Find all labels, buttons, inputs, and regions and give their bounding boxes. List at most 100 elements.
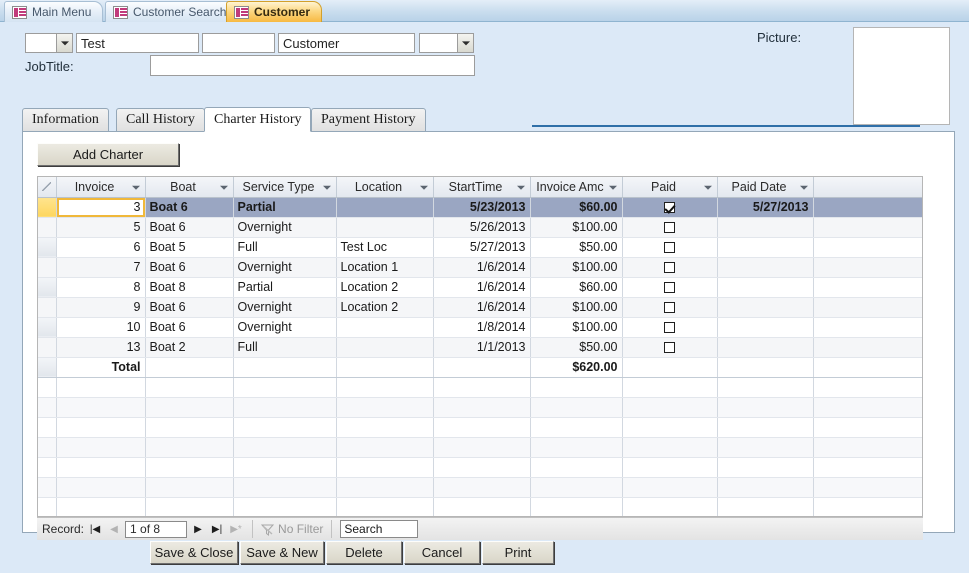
cell-location[interactable]: Location 2 <box>336 277 434 298</box>
cell-invoice[interactable]: 7 <box>56 257 146 278</box>
row-selector[interactable] <box>38 356 57 378</box>
chevron-down-icon[interactable] <box>56 34 72 52</box>
cell-invoice-amount[interactable]: $100.00 <box>530 297 623 318</box>
cell-invoice-amount[interactable]: $60.00 <box>530 197 623 218</box>
row-selector[interactable] <box>38 217 57 238</box>
cell-paid-date[interactable]: 5/27/2013 <box>717 197 814 218</box>
cell-location[interactable]: Location 1 <box>336 257 434 278</box>
paid-checkbox[interactable] <box>664 282 675 294</box>
table-row[interactable]: 8 Boat 8 Partial Location 2 1/6/2014 $60.00 <box>38 277 922 298</box>
cell-invoice[interactable]: 13 <box>56 337 146 358</box>
chevron-down-icon[interactable] <box>219 185 228 190</box>
paid-checkbox[interactable] <box>664 222 675 234</box>
row-selector[interactable] <box>38 317 57 338</box>
column-header-starttime[interactable]: StartTime <box>433 177 531 198</box>
new-record-icon[interactable]: ▶* <box>228 521 244 537</box>
cell-paid[interactable] <box>622 197 718 218</box>
cell-boat[interactable]: Boat 6 <box>145 197 234 218</box>
tab-charter-history[interactable]: Charter History <box>204 107 312 132</box>
cell-boat[interactable]: Boat 2 <box>145 337 234 358</box>
row-selector[interactable] <box>38 457 57 478</box>
chevron-down-icon[interactable] <box>457 34 473 52</box>
salutation-combo[interactable] <box>25 33 73 53</box>
paid-checkbox[interactable] <box>664 242 675 254</box>
cell-service-type[interactable]: Partial <box>233 277 337 298</box>
row-selector[interactable] <box>38 497 57 516</box>
select-all-corner[interactable] <box>38 177 57 198</box>
column-header-paid-date[interactable]: Paid Date <box>717 177 814 198</box>
column-header-paid[interactable]: Paid <box>622 177 718 198</box>
cell-invoice-amount[interactable]: $100.00 <box>530 317 623 338</box>
cell-location[interactable]: Test Loc <box>336 237 434 258</box>
row-selector[interactable] <box>38 377 57 398</box>
row-selector[interactable] <box>38 437 57 458</box>
cell-starttime[interactable]: 5/27/2013 <box>433 237 531 258</box>
cell-paid[interactable] <box>622 257 718 278</box>
delete-button[interactable]: Delete <box>326 541 402 564</box>
table-row[interactable]: 13 Boat 2 Full 1/1/2013 $50.00 <box>38 337 922 358</box>
cell-starttime[interactable]: 5/26/2013 <box>433 217 531 238</box>
last-record-icon[interactable]: ▶| <box>209 521 225 537</box>
record-position-input[interactable]: 1 of 8 <box>125 520 188 538</box>
paid-checkbox[interactable] <box>664 202 675 214</box>
cell-service-type[interactable]: Full <box>233 237 337 258</box>
column-header-invoice-amount[interactable]: Invoice Amc <box>530 177 623 198</box>
cell-invoice-amount[interactable]: $100.00 <box>530 217 623 238</box>
cell-invoice-amount[interactable]: $60.00 <box>530 277 623 298</box>
last-name-field[interactable]: Customer <box>278 33 415 53</box>
save-and-close-button[interactable]: Save & Close <box>150 541 238 564</box>
cell-paid[interactable] <box>622 237 718 258</box>
cell-invoice[interactable]: 5 <box>56 217 146 238</box>
paid-checkbox[interactable] <box>664 322 675 334</box>
cell-paid-date[interactable] <box>717 237 814 258</box>
table-row[interactable]: 9 Boat 6 Overnight Location 2 1/6/2014 $100.0… <box>38 297 922 318</box>
cell-boat[interactable]: Boat 6 <box>145 317 234 338</box>
table-row[interactable]: 5 Boat 6 Overnight 5/26/2013 $100.00 <box>38 217 922 238</box>
cell-paid-date[interactable] <box>717 317 814 338</box>
cell-paid-date[interactable] <box>717 297 814 318</box>
middle-name-field[interactable] <box>202 33 275 53</box>
column-header-location[interactable]: Location <box>336 177 434 198</box>
cell-invoice[interactable]: 3 <box>56 197 146 218</box>
cell-paid[interactable] <box>622 217 718 238</box>
cell-service-type[interactable]: Overnight <box>233 217 337 238</box>
previous-record-icon[interactable]: ◀ <box>106 521 122 537</box>
row-selector[interactable] <box>38 297 57 318</box>
cell-paid-date[interactable] <box>717 257 814 278</box>
cell-invoice[interactable]: 8 <box>56 277 146 298</box>
tab-information[interactable]: Information <box>22 108 109 132</box>
first-name-field[interactable]: Test <box>76 33 199 53</box>
cell-location[interactable] <box>336 317 434 338</box>
chevron-down-icon[interactable] <box>703 185 712 190</box>
cell-service-type[interactable]: Overnight <box>233 297 337 318</box>
suffix-combo[interactable] <box>419 33 474 53</box>
row-selector[interactable] <box>38 237 57 258</box>
row-selector[interactable] <box>38 417 57 438</box>
cell-paid-date[interactable] <box>717 277 814 298</box>
chevron-down-icon[interactable] <box>608 185 617 190</box>
chevron-down-icon[interactable] <box>419 185 428 190</box>
column-header-boat[interactable]: Boat <box>145 177 234 198</box>
cell-starttime[interactable]: 1/6/2014 <box>433 257 531 278</box>
column-header-service-type[interactable]: Service Type <box>233 177 337 198</box>
cell-service-type[interactable]: Overnight <box>233 317 337 338</box>
row-selector[interactable] <box>38 257 57 278</box>
cell-service-type[interactable]: Partial <box>233 197 337 218</box>
column-header-invoice[interactable]: Invoice <box>56 177 146 198</box>
row-selector[interactable] <box>38 337 57 358</box>
cell-boat[interactable]: Boat 6 <box>145 217 234 238</box>
cell-location[interactable] <box>336 197 434 218</box>
cell-location[interactable] <box>336 217 434 238</box>
cell-invoice[interactable]: 9 <box>56 297 146 318</box>
row-selector[interactable] <box>38 277 57 298</box>
cell-paid[interactable] <box>622 317 718 338</box>
filter-status[interactable]: No Filter <box>261 522 323 536</box>
cell-paid-date[interactable] <box>717 217 814 238</box>
table-row[interactable]: 3 Boat 6 Partial 5/23/2013 $60.00 5/27/2013 <box>38 197 922 218</box>
row-selector[interactable] <box>38 197 57 218</box>
cell-paid[interactable] <box>622 297 718 318</box>
search-input[interactable]: Search <box>340 520 419 538</box>
cell-starttime[interactable]: 1/6/2014 <box>433 297 531 318</box>
row-selector[interactable] <box>38 397 57 418</box>
cell-boat[interactable]: Boat 5 <box>145 237 234 258</box>
